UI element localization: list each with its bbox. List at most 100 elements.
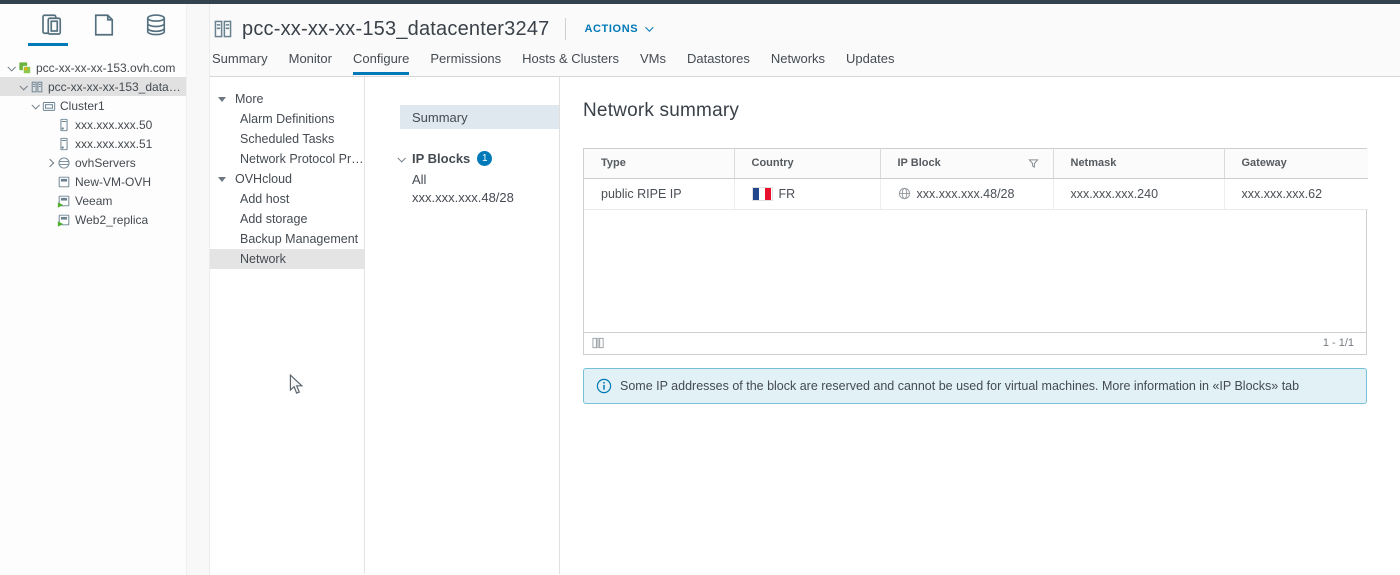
configure-group-more[interactable]: More (210, 89, 364, 109)
configure-item-add-storage[interactable]: Add storage (210, 209, 364, 229)
tree-item-label: pcc-xx-xx-xx-153.ovh.com (36, 60, 176, 75)
chevron-down-icon (397, 153, 406, 163)
configure-nav-panel: More Alarm Definitions Scheduled Tasks N… (210, 77, 365, 574)
cell-type: public RIPE IP (584, 178, 735, 210)
actions-button[interactable]: ACTIONS (584, 23, 654, 35)
object-header: pcc-xx-xx-xx-153_datacenter3247 ACTIONS … (210, 4, 1400, 77)
configure-item-network[interactable]: Network (210, 249, 364, 269)
caret-down-icon (218, 176, 226, 182)
cell-netmask: xxx.xxx.xxx.240 (1053, 178, 1225, 210)
navigator-icon-bar (0, 4, 209, 50)
host-icon (56, 118, 71, 132)
column-header-netmask[interactable]: Netmask (1053, 149, 1225, 179)
expander-icon[interactable] (4, 62, 17, 72)
resource-pool-icon (56, 156, 71, 170)
table-empty-area (584, 209, 1366, 332)
datacenter-icon (212, 18, 234, 40)
tree-item-vcenter[interactable]: pcc-xx-xx-xx-153.ovh.com (0, 58, 186, 77)
table-footer: 1 - 1/1 (584, 331, 1366, 354)
tab-bar: Summary Monitor Configure Permissions Ho… (212, 49, 1400, 75)
tab-updates[interactable]: Updates (846, 51, 894, 75)
tree-item-label: New-VM-OVH (75, 174, 152, 189)
tab-monitor[interactable]: Monitor (289, 51, 332, 75)
inventory-tree: pcc-xx-xx-xx-153.ovh.com pcc-xx-xx-xx-15… (0, 50, 186, 229)
tree-item-vm-running[interactable]: Veeam (0, 191, 186, 210)
configure-item-scheduled-tasks[interactable]: Scheduled Tasks (210, 129, 364, 149)
hosts-and-clusters-icon[interactable] (40, 13, 64, 37)
vm-running-icon (56, 194, 71, 208)
active-nav-underline (28, 43, 68, 46)
vcenter-icon (17, 61, 32, 75)
column-header-type[interactable]: Type (584, 149, 735, 179)
expander-icon[interactable] (43, 158, 56, 167)
tree-item-label: xxx.xxx.xxx.50 (75, 117, 153, 132)
cell-gateway: xxx.xxx.xxx.62 (1224, 178, 1368, 210)
title-separator (565, 18, 567, 40)
host-icon (56, 137, 71, 151)
tab-datastores[interactable]: Datastores (687, 51, 750, 75)
pagination-label: 1 - 1/1 (1322, 337, 1354, 349)
configure-item-network-protocol[interactable]: Network Protocol Pr… (210, 149, 364, 169)
panel-gutter (186, 4, 210, 575)
caret-down-icon (218, 96, 226, 102)
storage-icon[interactable] (144, 13, 168, 37)
column-header-ip-block[interactable]: IP Block (880, 149, 1054, 179)
tree-item-label: pcc-xx-xx-xx-153_datac… (48, 79, 186, 94)
count-badge: 1 (477, 151, 493, 166)
chevron-down-icon (645, 23, 654, 32)
configure-item-backup-management[interactable]: Backup Management (210, 229, 364, 249)
tab-configure[interactable]: Configure (352, 51, 410, 75)
tree-item-resource-pool[interactable]: ovhServers (0, 153, 186, 172)
expander-icon[interactable] (16, 81, 29, 91)
tab-summary[interactable]: Summary (212, 51, 268, 75)
tab-vms[interactable]: VMs (640, 51, 666, 75)
tree-item-vm-running[interactable]: Web2_replica (0, 210, 186, 229)
column-header-gateway[interactable]: Gateway (1224, 149, 1368, 179)
info-icon (596, 378, 612, 394)
configure-item-add-host[interactable]: Add host (210, 189, 364, 209)
cluster-icon (41, 99, 56, 113)
toc-item-ip-block[interactable]: xxx.xxx.xxx.48/28 (365, 188, 559, 206)
column-header-country[interactable]: Country (734, 149, 881, 179)
tree-item-datacenter[interactable]: pcc-xx-xx-xx-153_datac… (0, 77, 186, 96)
datacenter-icon (29, 80, 44, 94)
object-navigator: pcc-xx-xx-xx-153.ovh.com pcc-xx-xx-xx-15… (0, 4, 209, 575)
section-title: Network summary (583, 100, 740, 121)
table-row[interactable]: public RIPE IP FR xxx.xxx.xxx.48/28 xxx.… (584, 178, 1368, 210)
table-header-row: Type Country IP Block Netmask Gateway (584, 149, 1368, 179)
vms-and-templates-icon[interactable] (92, 13, 116, 37)
vsphere-client-window: pcc-xx-xx-xx-153.ovh.com pcc-xx-xx-xx-15… (0, 0, 1400, 575)
page-title: pcc-xx-xx-xx-153_datacenter3247 (242, 17, 550, 40)
configure-group-ovhcloud[interactable]: OVHcloud (210, 169, 364, 189)
info-banner: Some IP addresses of the block are reser… (583, 367, 1367, 404)
toc-section-ip-blocks[interactable]: IP Blocks 1 (397, 151, 559, 166)
filter-icon[interactable] (1027, 158, 1039, 172)
group-label: More (235, 92, 264, 106)
section-label: IP Blocks (412, 151, 471, 166)
tree-item-host[interactable]: xxx.xxx.xxx.51 (0, 134, 186, 153)
configure-item-alarm-definitions[interactable]: Alarm Definitions (210, 109, 364, 129)
toc-item-summary[interactable]: Summary (400, 105, 559, 129)
main-area: pcc-xx-xx-xx-153_datacenter3247 ACTIONS … (210, 4, 1400, 575)
network-summary-panel: Network summary Type Country IP Block Ne… (560, 77, 1400, 574)
tree-item-cluster[interactable]: Cluster1 (0, 96, 186, 115)
tab-permissions[interactable]: Permissions (430, 51, 501, 75)
tab-networks[interactable]: Networks (771, 51, 825, 75)
public-ip-globe-icon (898, 187, 911, 200)
toc-item-all[interactable]: All (365, 170, 559, 188)
tree-item-vm[interactable]: New-VM-OVH (0, 172, 186, 191)
cell-ip-block: xxx.xxx.xxx.48/28 (880, 178, 1054, 210)
vm-icon (56, 175, 71, 189)
ip-blocks-table: Type Country IP Block Netmask Gateway pu… (583, 148, 1368, 355)
tree-item-label: xxx.xxx.xxx.51 (75, 136, 153, 151)
france-flag-icon (751, 186, 773, 201)
tree-item-label: ovhServers (75, 155, 136, 170)
expander-icon[interactable] (28, 100, 41, 110)
column-picker-icon[interactable] (592, 337, 605, 349)
tab-hosts-clusters[interactable]: Hosts & Clusters (522, 51, 619, 75)
tree-item-label: Veeam (75, 193, 113, 208)
tree-item-label: Web2_replica (75, 212, 149, 227)
vm-running-icon (56, 213, 71, 227)
group-label: OVHcloud (235, 172, 292, 186)
tree-item-host[interactable]: xxx.xxx.xxx.50 (0, 115, 186, 134)
